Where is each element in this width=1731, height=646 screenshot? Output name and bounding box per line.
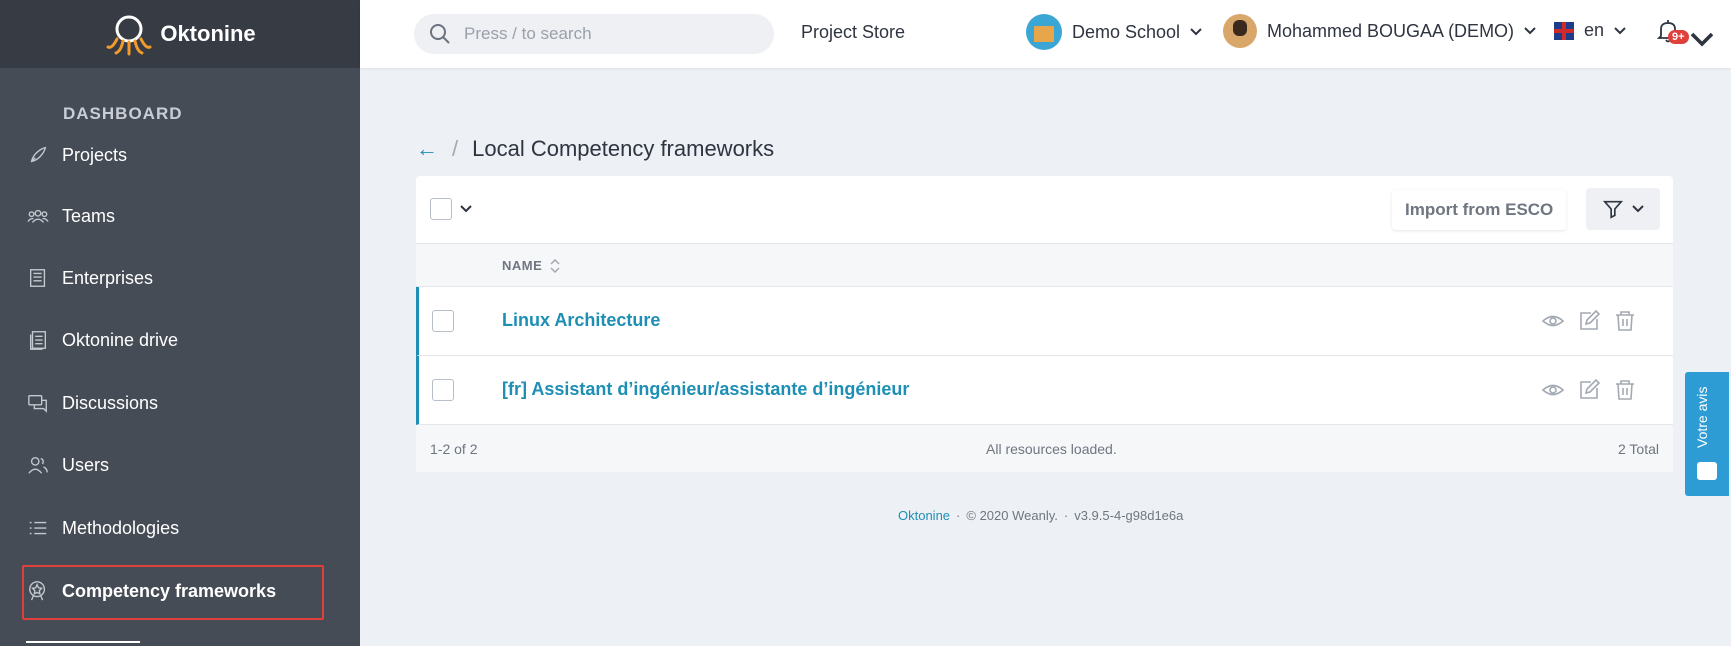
delete-icon[interactable] <box>1613 309 1637 333</box>
table-row[interactable]: Linux Architecture <box>416 287 1673 356</box>
octopus-logo-icon <box>106 15 152 56</box>
column-header-name[interactable]: NAME <box>502 258 560 273</box>
app-logo[interactable]: Oktonine <box>104 9 256 59</box>
active-item-highlight <box>22 565 324 620</box>
row-actions <box>1541 309 1637 333</box>
breadcrumb-separator: / <box>452 136 459 161</box>
back-arrow-icon[interactable]: ← <box>416 136 438 162</box>
sidebar-item-methodologies[interactable]: Methodologies <box>26 508 326 548</box>
uk-flag-icon <box>1554 21 1574 40</box>
project-store-link[interactable]: Project Store <box>801 22 905 43</box>
sidebar-section-title: DASHBOARD <box>63 104 183 123</box>
edit-icon[interactable] <box>1577 378 1601 402</box>
sidebar-item-label: Users <box>62 454 110 475</box>
list-icon <box>26 516 50 540</box>
sidebar-item-teams[interactable]: Teams <box>26 196 326 236</box>
table-row[interactable]: [fr] Assistant d’ingénieur/assistante d’… <box>416 356 1673 425</box>
sidebar-item-drive[interactable]: Oktonine drive <box>26 320 326 360</box>
footer-dot: · <box>956 508 961 523</box>
team-icon <box>26 204 50 228</box>
school-avatar <box>1026 14 1062 50</box>
sidebar-item-label: Enterprises <box>62 267 154 288</box>
total-count: 2 Total <box>1618 441 1659 457</box>
row-checkbox[interactable] <box>432 379 454 401</box>
chat-icon <box>26 391 50 415</box>
chevron-down-icon <box>1190 28 1202 36</box>
pagination-range: 1-2 of 2 <box>430 441 478 457</box>
table-footer: 1-2 of 2 All resources loaded. 2 Total <box>416 425 1673 472</box>
chevron-down-icon <box>1524 27 1536 35</box>
sidebar-item-label: Oktonine drive <box>62 329 179 350</box>
sidebar-item-projects[interactable]: Projects <box>26 135 326 175</box>
table-header: NAME <box>416 243 1673 287</box>
notification-badge: 9+ <box>1668 30 1689 44</box>
chat-bot-icon <box>1697 462 1717 480</box>
filter-icon <box>1602 200 1624 219</box>
page-footer: Oktonine · © 2020 Weanly. · v3.9.5-4-g98… <box>898 508 1183 523</box>
users-icon <box>26 453 50 477</box>
logo-bar: Oktonine <box>0 0 360 68</box>
row-checkbox[interactable] <box>432 310 454 332</box>
chevron-down-icon <box>1632 205 1644 213</box>
sidebar-item-users[interactable]: Users <box>26 445 326 485</box>
filter-button[interactable] <box>1586 188 1660 230</box>
sidebar-scroll-indicator <box>26 641 140 643</box>
view-icon[interactable] <box>1541 378 1565 402</box>
framework-name-link[interactable]: Linux Architecture <box>502 310 660 331</box>
language-selector[interactable]: en <box>1554 20 1626 41</box>
page-title: Local Competency frameworks <box>472 136 775 161</box>
load-status: All resources loaded. <box>986 441 1117 457</box>
language-code: en <box>1584 20 1605 40</box>
delete-icon[interactable] <box>1613 378 1637 402</box>
feedback-label: Votre avis <box>1694 386 1710 448</box>
sidebar: Oktonine DASHBOARD Projects Teams Enterp… <box>0 0 360 646</box>
avatar <box>1223 14 1257 48</box>
sidebar-item-label: Discussions <box>62 392 159 413</box>
chevron-down-icon <box>1614 26 1626 35</box>
feedback-tab[interactable]: Votre avis <box>1685 372 1729 496</box>
footer-dot: · <box>1063 508 1069 523</box>
user-menu[interactable]: Mohammed BOUGAA (DEMO) <box>1223 14 1536 48</box>
school-name: Demo School <box>1072 21 1181 42</box>
rocket-icon <box>26 143 50 167</box>
framework-name-link[interactable]: [fr] Assistant d’ingénieur/assistante d’… <box>502 379 909 400</box>
frameworks-table-card: Import from ESCO NAME Linux Architecture… <box>416 176 1673 472</box>
footer-copyright: © 2020 Weanly. <box>966 508 1058 523</box>
app-name: Oktonine <box>160 21 256 46</box>
sidebar-item-enterprises[interactable]: Enterprises <box>26 258 326 298</box>
column-header-label: NAME <box>502 258 543 273</box>
footer-version: v3.9.5-4-g98d1e6a <box>1074 508 1184 523</box>
select-all-checkbox[interactable] <box>430 198 452 220</box>
sidebar-item-label: Teams <box>62 205 116 226</box>
sidebar-item-label: Methodologies <box>62 517 180 538</box>
topbar: Project Store Demo School Mohammed BOUGA… <box>360 0 1731 68</box>
search-box[interactable] <box>414 14 774 54</box>
sidebar-item-label: Projects <box>62 144 128 165</box>
sort-icon[interactable] <box>550 258 560 273</box>
enterprise-icon <box>26 266 50 290</box>
school-selector[interactable]: Demo School <box>1026 14 1202 50</box>
breadcrumb: ← / Local Competency frameworks <box>416 136 774 162</box>
chevron-down-icon <box>1690 27 1714 47</box>
user-name: Mohammed BOUGAA (DEMO) <box>1267 20 1515 41</box>
sidebar-item-discussions[interactable]: Discussions <box>26 383 326 423</box>
search-icon <box>430 24 450 44</box>
notifications-button[interactable]: 9+ <box>1656 18 1714 47</box>
import-from-esco-button[interactable]: Import from ESCO <box>1392 190 1567 230</box>
row-actions <box>1541 378 1637 402</box>
bulk-actions-chevron-icon[interactable] <box>460 205 472 213</box>
edit-icon[interactable] <box>1577 309 1601 333</box>
drive-icon <box>26 328 50 352</box>
search-input[interactable] <box>464 24 764 44</box>
table-toolbar: Import from ESCO <box>416 176 1673 243</box>
footer-brand-link[interactable]: Oktonine <box>898 508 950 523</box>
view-icon[interactable] <box>1541 309 1565 333</box>
